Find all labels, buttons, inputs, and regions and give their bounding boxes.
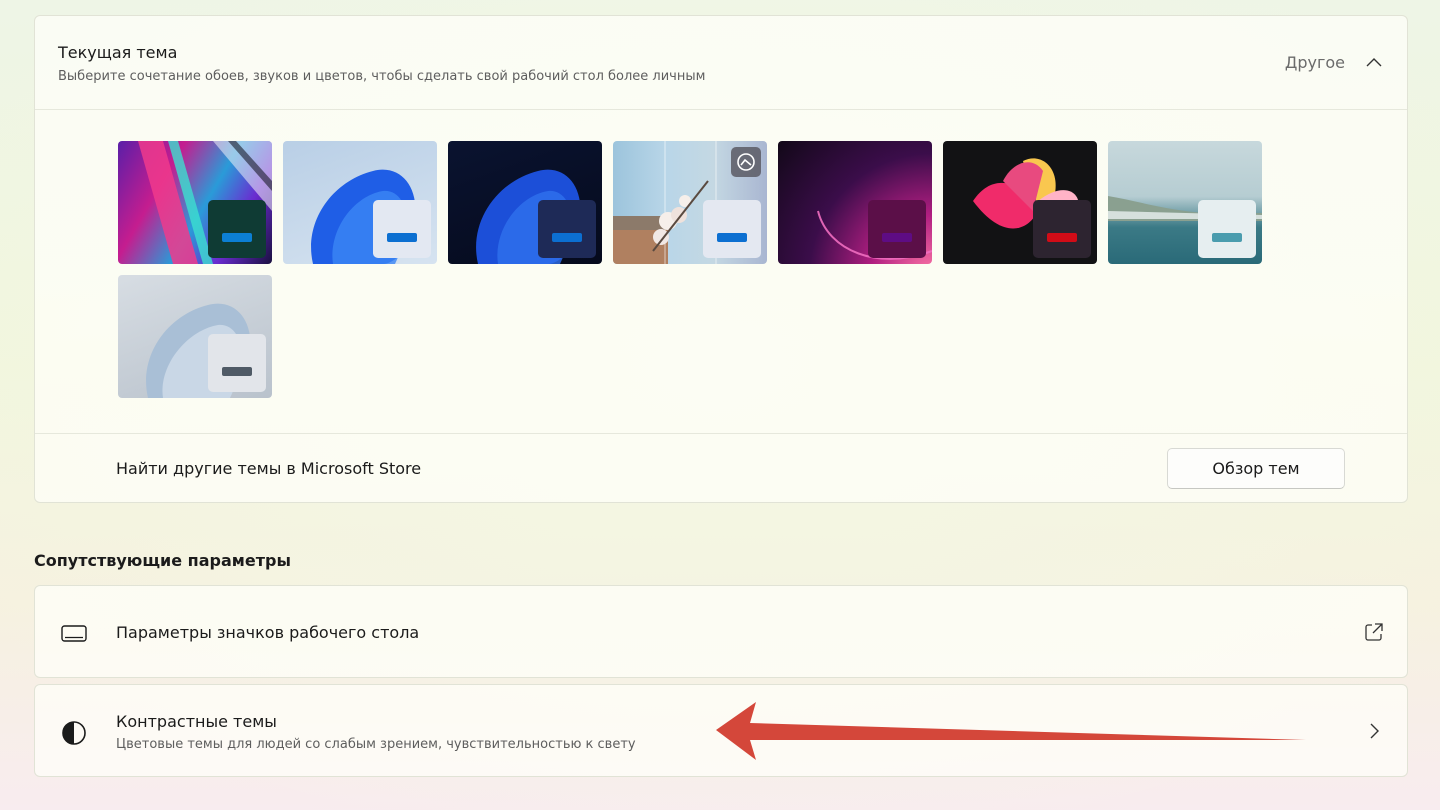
contrast-themes-subtitle: Цветовые темы для людей со слабым зрение… bbox=[116, 737, 636, 752]
chevron-right-icon bbox=[1370, 723, 1379, 739]
theme-thumbnail[interactable] bbox=[613, 141, 767, 264]
theme-color-swatch bbox=[1198, 200, 1256, 258]
current-theme-card: Текущая тема Выберите сочетание обоев, з… bbox=[34, 15, 1408, 503]
theme-color-swatch bbox=[208, 334, 266, 392]
theme-color-swatch bbox=[703, 200, 761, 258]
browse-themes-button[interactable]: Обзор тем bbox=[1167, 448, 1345, 489]
theme-thumbnail[interactable] bbox=[118, 275, 272, 398]
theme-thumbnail[interactable] bbox=[118, 141, 272, 264]
theme-thumbnail[interactable] bbox=[448, 141, 602, 264]
theme-thumbnail[interactable] bbox=[943, 141, 1097, 264]
theme-thumbnail[interactable] bbox=[1108, 141, 1262, 264]
chevron-up-icon[interactable] bbox=[1364, 53, 1384, 73]
desktop-icons-title: Параметры значков рабочего стола bbox=[116, 623, 420, 642]
theme-color-swatch bbox=[538, 200, 596, 258]
theme-color-swatch bbox=[373, 200, 431, 258]
theme-color-swatch bbox=[868, 200, 926, 258]
theme-color-swatch bbox=[208, 200, 266, 258]
contrast-icon bbox=[62, 721, 86, 745]
red-arrow-annotation bbox=[716, 702, 1306, 760]
contrast-themes-title: Контрастные темы bbox=[116, 712, 277, 731]
current-theme-header[interactable]: Текущая тема Выберите сочетание обоев, з… bbox=[35, 16, 1407, 110]
related-settings-title: Сопутствующие параметры bbox=[34, 551, 291, 570]
store-text: Найти другие темы в Microsoft Store bbox=[116, 459, 422, 478]
desktop-icons-settings-row[interactable]: Параметры значков рабочего стола bbox=[34, 585, 1408, 678]
theme-thumbnail[interactable] bbox=[283, 141, 437, 264]
current-theme-title: Текущая тема bbox=[58, 43, 178, 62]
external-link-icon bbox=[1365, 623, 1383, 641]
theme-thumbnail[interactable] bbox=[778, 141, 932, 264]
spotlight-icon bbox=[731, 147, 761, 177]
store-row: Найти другие темы в Microsoft Store Обзо… bbox=[35, 433, 1407, 505]
current-theme-value: Другое bbox=[1284, 53, 1345, 72]
theme-color-swatch bbox=[1033, 200, 1091, 258]
current-theme-subtitle: Выберите сочетание обоев, звуков и цвето… bbox=[58, 69, 706, 84]
monitor-icon bbox=[61, 625, 87, 642]
